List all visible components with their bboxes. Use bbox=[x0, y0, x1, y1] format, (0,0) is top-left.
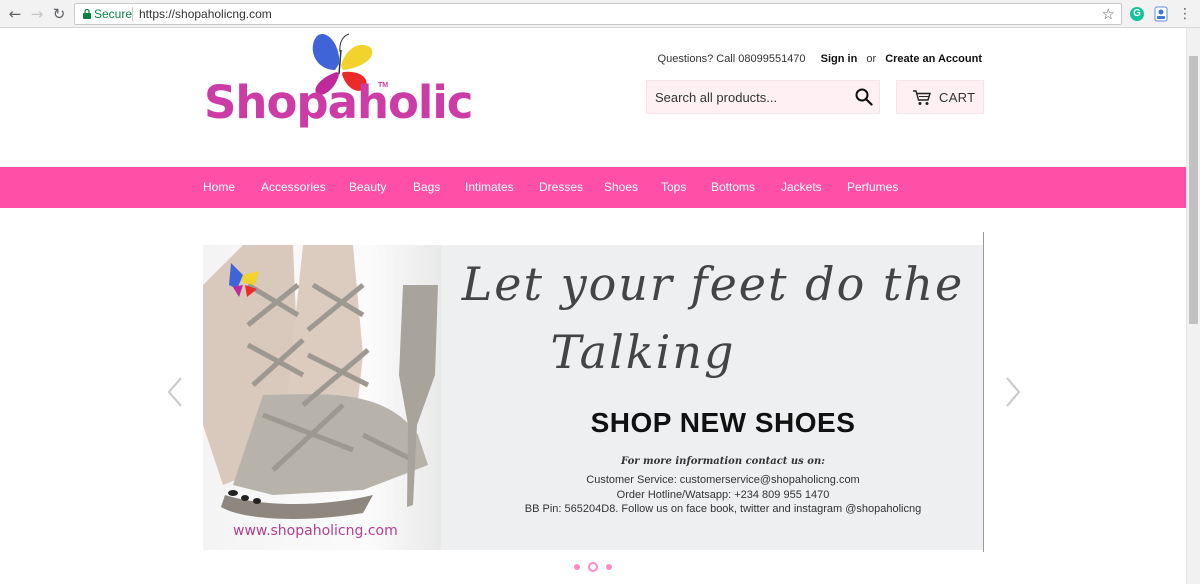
nav-item-perfumes[interactable]: Perfumes bbox=[847, 180, 898, 194]
browser-toolbar: ← → ↻ Secure https://shopaholicng.com ☆ … bbox=[0, 0, 1200, 28]
cart-label: CART bbox=[939, 90, 976, 105]
nav-item-dresses[interactable]: Dresses bbox=[539, 180, 583, 194]
headline-line-2: Talking bbox=[550, 325, 736, 379]
headline-line-1: Let your feet do the bbox=[461, 257, 965, 311]
slider-dot-2[interactable] bbox=[588, 562, 598, 572]
hero-slide[interactable]: www.shopaholicng.com Let your feet do th… bbox=[203, 245, 983, 550]
star-icon[interactable]: ☆ bbox=[1102, 5, 1115, 23]
chevron-right-icon[interactable] bbox=[1002, 376, 1022, 408]
grammarly-extension-icon[interactable]: G bbox=[1130, 7, 1144, 21]
customer-service-text: Customer Service: customerservice@shopah… bbox=[586, 474, 860, 486]
logo-wordmark: Shopaholic bbox=[204, 76, 473, 129]
shopaholic-logo[interactable]: Shopaholic TM bbox=[200, 30, 473, 138]
cart-button[interactable]: CART bbox=[896, 80, 984, 114]
create-account-link[interactable]: Create an Account bbox=[885, 53, 982, 65]
back-icon[interactable]: ← bbox=[6, 5, 24, 23]
page-scrollbar[interactable] bbox=[1186, 28, 1200, 584]
nav-item-bags[interactable]: Bags bbox=[413, 180, 440, 194]
slider-dot-1[interactable] bbox=[574, 564, 580, 570]
nav-item-shoes[interactable]: Shoes bbox=[604, 180, 638, 194]
secure-label: Secure bbox=[94, 7, 133, 21]
sign-in-link[interactable]: Sign in bbox=[821, 53, 858, 65]
bb-pin-text: BB Pin: 565204D8. Follow us on face book… bbox=[524, 503, 922, 515]
lock-icon bbox=[83, 9, 91, 19]
nav-item-bottoms[interactable]: Bottoms bbox=[711, 180, 755, 194]
reload-icon[interactable]: ↻ bbox=[50, 5, 68, 23]
main-navigation: Home Accessories Beauty Bags Intimates D… bbox=[0, 167, 1186, 208]
chevron-left-icon[interactable] bbox=[166, 376, 186, 408]
slider-pagination bbox=[574, 562, 614, 572]
search-input[interactable] bbox=[655, 81, 845, 113]
nav-item-jackets[interactable]: Jackets bbox=[781, 180, 822, 194]
header-links: Questions? Call 08099551470 Sign in or C… bbox=[600, 53, 982, 65]
trademark-mark: TM bbox=[378, 82, 389, 89]
cart-icon bbox=[913, 90, 931, 105]
shoe-photo: www.shopaholicng.com bbox=[203, 245, 441, 550]
nav-item-tops[interactable]: Tops bbox=[661, 180, 686, 194]
search-form bbox=[646, 80, 880, 114]
shop-url-watermark: www.shopaholicng.com bbox=[233, 523, 398, 539]
profile-extension-icon[interactable] bbox=[1154, 6, 1168, 22]
scrollbar-thumb[interactable] bbox=[1189, 56, 1198, 324]
nav-item-beauty[interactable]: Beauty bbox=[349, 180, 386, 194]
more-info-text: For more information contact us on: bbox=[621, 456, 825, 467]
nav-item-home[interactable]: Home bbox=[203, 180, 235, 194]
order-hotline-text: Order Hotline/Watsapp: +234 809 955 1470 bbox=[616, 489, 830, 501]
slider-dot-3[interactable] bbox=[606, 564, 612, 570]
questions-phone: Questions? Call 08099551470 bbox=[657, 53, 806, 65]
nav-item-accessories[interactable]: Accessories bbox=[261, 180, 326, 194]
nav-item-intimates[interactable]: Intimates bbox=[465, 180, 514, 194]
slide-divider bbox=[983, 232, 984, 552]
url-text[interactable]: https://shopaholicng.com bbox=[139, 7, 272, 21]
search-icon[interactable] bbox=[855, 88, 873, 106]
address-bar[interactable]: Secure https://shopaholicng.com ☆ bbox=[74, 3, 1122, 25]
shop-new-shoes-heading: SHOP NEW SHOES bbox=[590, 407, 856, 438]
heeled-sandal-image bbox=[203, 245, 438, 519]
kebab-menu-icon[interactable]: ⋮ bbox=[1178, 4, 1192, 24]
slide-copy: Let your feet do the Talking SHOP NEW SH… bbox=[443, 245, 983, 550]
or-text: or bbox=[866, 53, 877, 65]
forward-icon[interactable]: → bbox=[28, 5, 46, 23]
address-separator bbox=[132, 7, 133, 21]
